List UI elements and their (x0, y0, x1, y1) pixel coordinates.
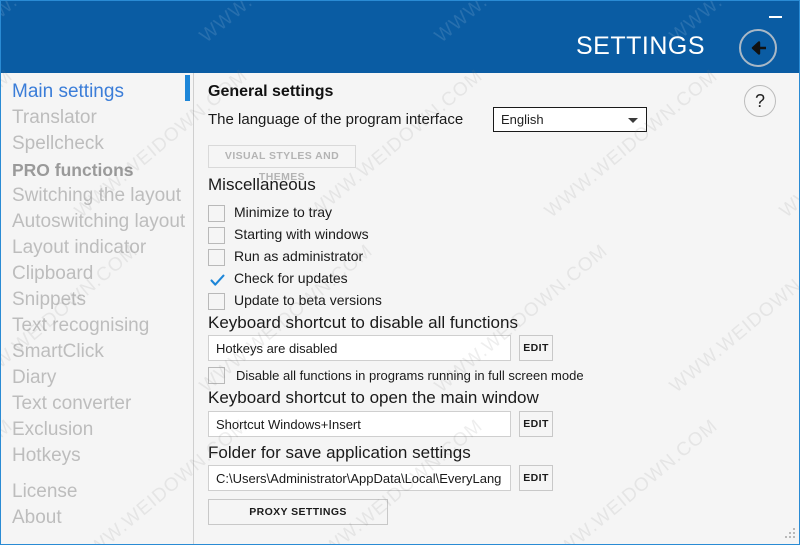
folder-value: C:\Users\Administrator\AppData\Local\Eve… (216, 471, 502, 486)
arrow-left-icon (751, 41, 766, 55)
shortcut-disable-input[interactable]: Hotkeys are disabled (208, 335, 511, 361)
fullscreen-disable-checkbox[interactable] (208, 367, 225, 384)
sidebar-item-diary[interactable]: Diary (8, 365, 186, 391)
minimize-button[interactable] (759, 5, 793, 27)
minimize-to-tray-checkbox[interactable] (208, 205, 225, 222)
proxy-settings-button[interactable]: PROXY SETTINGS (208, 499, 388, 525)
fullscreen-disable-label: Disable all functions in programs runnin… (236, 368, 584, 383)
sidebar-item-translator[interactable]: Translator (8, 105, 186, 131)
sidebar-item-smartclick[interactable]: SmartClick (8, 339, 186, 365)
update-to-beta-versions-checkbox[interactable] (208, 293, 225, 310)
sidebar-item-switching-the-layout[interactable]: Switching the layout (8, 183, 186, 209)
run-as-administrator-label: Run as administrator (234, 248, 364, 264)
shortcut-disable-label: Keyboard shortcut to disable all functio… (208, 313, 518, 332)
checkmark-icon (210, 274, 225, 286)
sidebar-item-pro-functions[interactable]: PRO functions (8, 157, 186, 183)
sidebar-item-hotkeys[interactable]: Hotkeys (8, 443, 186, 469)
content-divider (193, 73, 194, 544)
sidebar-scrollbar-thumb[interactable] (185, 75, 190, 101)
resize-grip[interactable] (783, 528, 796, 541)
language-select[interactable]: English (493, 107, 647, 132)
starting-with-windows-label: Starting with windows (234, 226, 369, 242)
sidebar-item-snippets[interactable]: Snippets (8, 287, 186, 313)
minimize-icon (769, 16, 782, 18)
folder-input[interactable]: C:\Users\Administrator\AppData\Local\Eve… (208, 465, 511, 491)
sidebar-nav: Main settings Translator Spellcheck PRO … (8, 79, 186, 531)
sidebar-item-autoswitching-layouts[interactable]: Autoswitching layouts (8, 209, 186, 235)
folder-edit-button[interactable]: EDIT (519, 465, 553, 491)
page-title: General settings (208, 83, 334, 100)
sidebar-item-clipboard[interactable]: Clipboard (8, 261, 186, 287)
folder-label: Folder for save application settings (208, 443, 471, 462)
sidebar-item-spellcheck[interactable]: Spellcheck (8, 131, 186, 157)
sidebar-item-text-recognising[interactable]: Text recognising (8, 313, 186, 339)
window-title: SETTINGS (575, 32, 705, 60)
language-label: The language of the program interface (208, 111, 464, 128)
sidebar-scrollbar-track[interactable] (185, 73, 191, 544)
sidebar-divider-space (8, 469, 186, 479)
miscellaneous-heading: Miscellaneous (208, 175, 316, 194)
shortcut-open-edit-button[interactable]: EDIT (519, 411, 553, 437)
main-content: ? General settings The language of the p… (194, 73, 799, 544)
sidebar-item-text-converter[interactable]: Text converter (8, 391, 186, 417)
starting-with-windows-checkbox[interactable] (208, 227, 225, 244)
sidebar-item-about[interactable]: About (8, 505, 186, 531)
help-icon[interactable]: ? (744, 85, 776, 117)
chevron-down-icon (628, 118, 638, 123)
check-for-updates-label: Check for updates (234, 270, 348, 286)
sidebar: Main settings Translator Spellcheck PRO … (2, 73, 186, 544)
shortcut-open-label: Keyboard shortcut to open the main windo… (208, 388, 539, 407)
update-to-beta-versions-label: Update to beta versions (234, 292, 382, 308)
check-for-updates-checkbox[interactable] (208, 271, 225, 288)
sidebar-item-main-settings[interactable]: Main settings (8, 79, 186, 105)
shortcut-disable-value: Hotkeys are disabled (216, 341, 338, 356)
back-button[interactable] (739, 29, 777, 67)
sidebar-item-layout-indicator[interactable]: Layout indicator (8, 235, 186, 261)
sidebar-item-exclusion[interactable]: Exclusion (8, 417, 186, 443)
title-bar: SETTINGS (1, 1, 799, 73)
shortcut-disable-edit-button[interactable]: EDIT (519, 335, 553, 361)
visual-styles-button[interactable]: VISUAL STYLES AND THEMES (208, 145, 356, 183)
run-as-administrator-checkbox[interactable] (208, 249, 225, 266)
shortcut-open-value: Shortcut Windows+Insert (216, 417, 361, 432)
shortcut-open-input[interactable]: Shortcut Windows+Insert (208, 411, 511, 437)
minimize-to-tray-label: Minimize to tray (234, 204, 333, 220)
language-select-value: English (501, 112, 544, 127)
sidebar-item-license[interactable]: License (8, 479, 186, 505)
settings-window: SETTINGS Main settings Translator Spellc… (0, 0, 800, 545)
